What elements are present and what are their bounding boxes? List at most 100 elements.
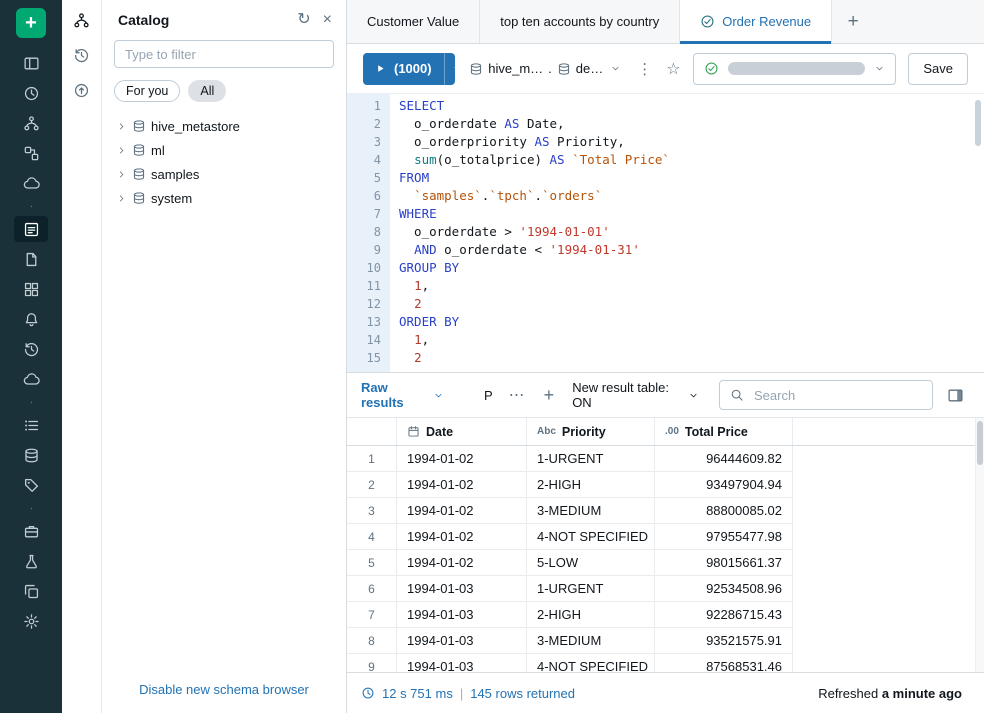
table-row[interactable]: 81994-01-033-MEDIUM93521575.91 xyxy=(347,628,793,654)
editor-code[interactable]: SELECT o_orderdate AS Date, o_orderprior… xyxy=(390,94,984,372)
run-options-caret[interactable] xyxy=(444,53,456,85)
table-row[interactable]: 41994-01-024-NOT SPECIFIED97955477.98 xyxy=(347,524,793,550)
tree-item-samples[interactable]: samples xyxy=(102,162,346,186)
chevron-right-icon[interactable] xyxy=(116,145,127,156)
tree-item-hive-metastore[interactable]: hive_metastore xyxy=(102,114,346,138)
new-button[interactable]: + xyxy=(16,8,46,38)
table-cell: 1994-01-02 xyxy=(397,498,527,523)
column-header-priority[interactable]: AbcPriority xyxy=(527,418,655,445)
tree-item-system[interactable]: system xyxy=(102,186,346,210)
close-icon[interactable]: × xyxy=(323,12,332,28)
table-cell: 88800085.02 xyxy=(655,498,793,523)
decimal-type-icon: .00 xyxy=(665,426,679,437)
side-panel-toggle-icon[interactable] xyxy=(947,387,964,404)
chevron-right-icon[interactable] xyxy=(116,121,127,132)
query-stats[interactable]: 12 s 751 ms | 145 rows returned xyxy=(382,686,575,701)
context-separator: . xyxy=(548,61,552,76)
results-overflow-menu-icon[interactable]: ⋯ xyxy=(509,385,526,405)
run-button[interactable]: (1000) xyxy=(363,53,455,85)
recents-icon[interactable] xyxy=(14,80,48,106)
data-ingestion-icon[interactable] xyxy=(14,442,48,468)
catalog-database-icon xyxy=(469,62,483,76)
table-row[interactable]: 31994-01-023-MEDIUM88800085.02 xyxy=(347,498,793,524)
selected-schema: de… xyxy=(576,61,603,76)
table-cell: 93497904.94 xyxy=(655,472,793,497)
kebab-menu-icon[interactable]: ⋮ xyxy=(635,60,654,78)
serving-icon[interactable] xyxy=(14,608,48,634)
rows-returned: 145 rows returned xyxy=(470,686,575,701)
catalog-nav-icon[interactable] xyxy=(14,110,48,136)
table-cell: 1994-01-02 xyxy=(397,550,527,575)
warehouse-selector[interactable] xyxy=(693,53,897,85)
filter-chip-all[interactable]: All xyxy=(188,80,226,102)
chevron-right-icon[interactable] xyxy=(116,193,127,204)
table-row[interactable]: 21994-01-022-HIGH93497904.94 xyxy=(347,472,793,498)
catalog-header: Catalog ↻ × xyxy=(102,0,346,36)
table-scrollbar[interactable] xyxy=(975,418,984,672)
string-type-icon: Abc xyxy=(537,426,556,437)
table-row[interactable]: 71994-01-032-HIGH92286715.43 xyxy=(347,602,793,628)
table-scrollbar-thumb[interactable] xyxy=(977,421,983,465)
new-tab-button[interactable]: + xyxy=(832,0,874,43)
schema-browser-icon[interactable] xyxy=(73,12,90,29)
tab-top-ten-accounts-by-country[interactable]: top ten accounts by country xyxy=(480,0,680,43)
job-runs-icon[interactable] xyxy=(14,412,48,438)
sql-editor[interactable]: 123456789101112131415 SELECT o_orderdate… xyxy=(347,93,984,372)
table-cell: 98015661.37 xyxy=(655,550,793,575)
column-header-total-price[interactable]: .00Total Price xyxy=(655,418,793,445)
experiments-icon[interactable] xyxy=(14,548,48,574)
table-cell: 3-MEDIUM xyxy=(527,498,655,523)
table-row[interactable]: 51994-01-025-LOW98015661.37 xyxy=(347,550,793,576)
nav-group-dot-2 xyxy=(14,396,48,408)
dashboards-icon[interactable] xyxy=(14,276,48,302)
editor-scrollbar[interactable] xyxy=(975,100,981,146)
tab-order-revenue[interactable]: Order Revenue xyxy=(680,0,832,43)
alerts-icon[interactable] xyxy=(14,306,48,332)
workspace-icon[interactable] xyxy=(14,50,48,76)
table-cell: 1-URGENT xyxy=(527,446,655,471)
check-circle-icon xyxy=(704,61,719,76)
search-input[interactable] xyxy=(752,387,922,404)
delta-live-tables-icon[interactable] xyxy=(14,472,48,498)
table-row[interactable]: 61994-01-031-URGENT92534508.96 xyxy=(347,576,793,602)
table-cell: 3-MEDIUM xyxy=(527,628,655,653)
refresh-icon[interactable]: ↻ xyxy=(297,12,310,28)
models-icon[interactable] xyxy=(14,578,48,604)
queries-icon[interactable] xyxy=(14,246,48,272)
favorite-star-icon[interactable]: ☆ xyxy=(666,59,680,79)
check-circle-icon xyxy=(700,14,715,29)
history-panel-icon[interactable] xyxy=(73,47,90,64)
catalog-panel: Catalog ↻ × For youAll hive_metastoremls… xyxy=(102,0,347,713)
raw-results-tab[interactable]: Raw results xyxy=(361,380,444,410)
results-search[interactable] xyxy=(719,380,933,410)
partial-results-tab[interactable]: P xyxy=(484,388,493,403)
catalog-schema-selector[interactable]: hive_m… . de… xyxy=(467,57,623,80)
tree-item-ml[interactable]: ml xyxy=(102,138,346,162)
column-header-date[interactable]: Date xyxy=(397,418,527,445)
catalog-filter-chips: For you All xyxy=(102,68,346,110)
tab-customer-value[interactable]: Customer Value xyxy=(347,0,480,43)
row-number: 4 xyxy=(347,524,397,549)
table-row[interactable]: 11994-01-021-URGENT96444609.82 xyxy=(347,446,793,472)
sql-editor-icon[interactable] xyxy=(14,216,48,242)
feature-store-icon[interactable] xyxy=(14,518,48,544)
save-button[interactable]: Save xyxy=(908,53,968,85)
run-label: (1000) xyxy=(394,61,432,76)
workflows-icon[interactable] xyxy=(14,140,48,166)
disable-schema-browser-link[interactable]: Disable new schema browser xyxy=(139,682,309,697)
saved-queries-icon[interactable] xyxy=(73,82,90,99)
new-result-table-toggle[interactable]: New result table: ON xyxy=(572,380,699,410)
compute-icon[interactable] xyxy=(14,170,48,196)
selected-catalog: hive_m… xyxy=(488,61,543,76)
query-duration: 12 s 751 ms xyxy=(382,686,453,701)
table-cell: 92286715.43 xyxy=(655,602,793,627)
sql-warehouses-icon[interactable] xyxy=(14,366,48,392)
filter-chip-for-you[interactable]: For you xyxy=(114,80,180,102)
chevron-right-icon[interactable] xyxy=(116,169,127,180)
add-visualization-button[interactable]: + xyxy=(544,385,555,406)
tabbar: Customer Valuetop ten accounts by countr… xyxy=(347,0,984,44)
catalog-filter-input[interactable] xyxy=(114,40,334,68)
tree-item-label: system xyxy=(151,191,192,206)
query-history-icon[interactable] xyxy=(14,336,48,362)
table-row[interactable]: 91994-01-034-NOT SPECIFIED87568531.46 xyxy=(347,654,793,672)
